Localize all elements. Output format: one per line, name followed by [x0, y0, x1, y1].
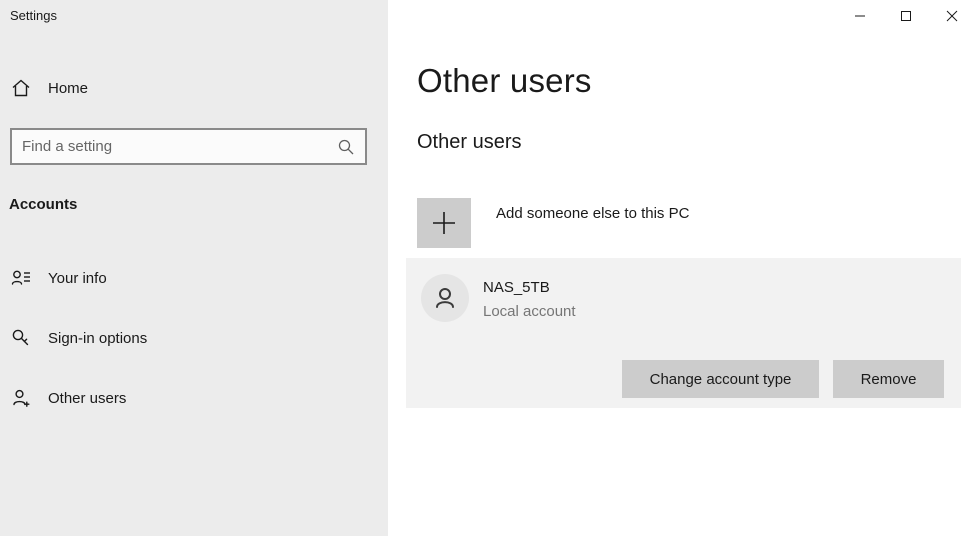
- sidebar-item-label: Home: [48, 80, 88, 97]
- add-user-label: Add someone else to this PC: [496, 205, 689, 248]
- user-account-type: Local account: [483, 303, 576, 320]
- app-title: Settings: [10, 8, 57, 23]
- contact-card-icon: [11, 268, 31, 288]
- change-account-type-button[interactable]: Change account type: [622, 360, 819, 398]
- add-person-icon: [11, 388, 31, 408]
- sidebar-item-home[interactable]: Home: [0, 70, 388, 106]
- minimize-button[interactable]: [837, 0, 883, 32]
- sidebar-item-sign-in-options[interactable]: Sign-in options: [0, 320, 388, 356]
- sidebar-section-accounts: Accounts: [9, 196, 77, 213]
- sidebar-item-your-info[interactable]: Your info: [0, 260, 388, 296]
- close-button[interactable]: [929, 0, 961, 32]
- home-icon: [11, 78, 31, 98]
- page-title: Other users: [417, 62, 592, 100]
- sidebar-item-other-users[interactable]: Other users: [0, 380, 388, 416]
- sidebar-item-label: Other users: [48, 390, 126, 407]
- avatar: [421, 274, 469, 322]
- plus-icon: [417, 198, 471, 248]
- search-input[interactable]: [12, 130, 337, 163]
- section-heading: Other users: [417, 131, 521, 154]
- user-name: NAS_5TB: [483, 279, 550, 296]
- user-card-actions: Change account type Remove: [622, 360, 944, 398]
- other-users-page: Other users Other users Add someone else…: [388, 0, 961, 536]
- maximize-button[interactable]: [883, 0, 929, 32]
- search-icon[interactable]: [337, 138, 355, 156]
- window-controls: [837, 0, 961, 32]
- person-icon: [430, 283, 460, 313]
- sidebar-item-label: Your info: [48, 270, 107, 287]
- settings-sidebar: Settings Home Accounts: [0, 0, 388, 536]
- settings-search-box[interactable]: [10, 128, 367, 165]
- key-icon: [11, 328, 31, 348]
- add-user-button[interactable]: Add someone else to this PC: [417, 198, 689, 248]
- user-card-nas-5tb[interactable]: NAS_5TB Local account Change account typ…: [406, 258, 961, 408]
- sidebar-item-label: Sign-in options: [48, 330, 147, 347]
- remove-button[interactable]: Remove: [833, 360, 944, 398]
